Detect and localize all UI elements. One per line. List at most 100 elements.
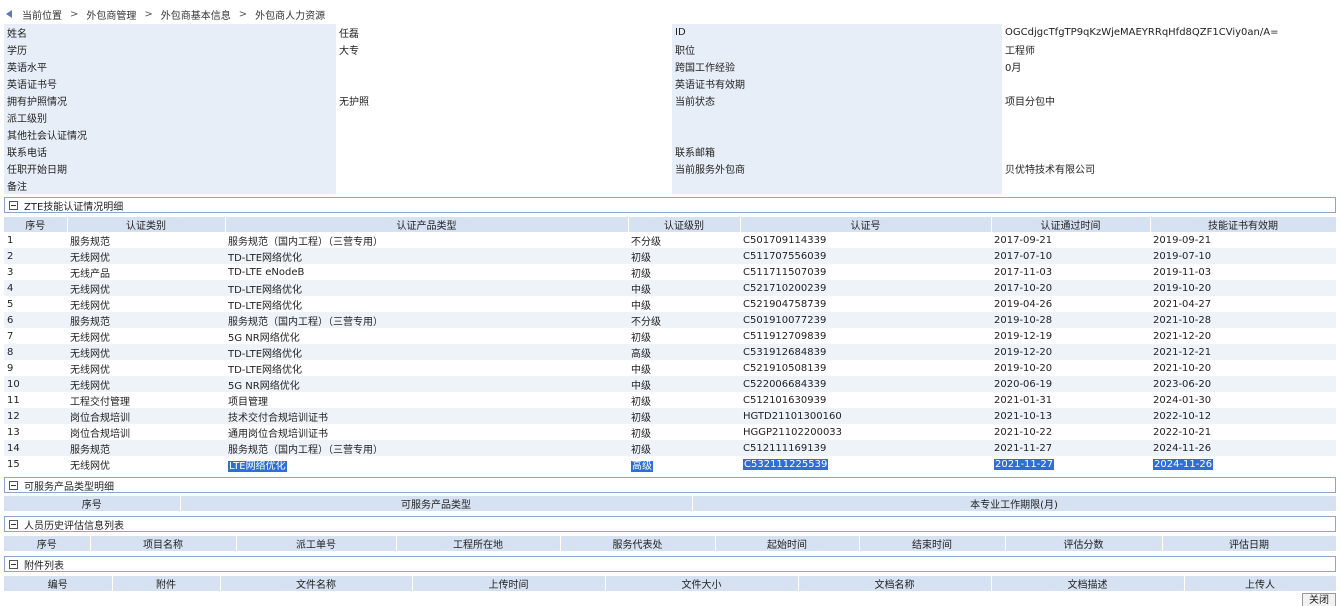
column-header[interactable]: 派工单号: [236, 536, 397, 551]
info-value: [1002, 109, 1336, 126]
info-label: 联系电话: [4, 143, 336, 160]
table-row[interactable]: 14 服务规范 服务规范（国内工程）（三营专用） 初级 C512111169139 202…: [4, 440, 1336, 456]
table-cell: 初级: [628, 424, 740, 440]
info-row: 英语水平 跨国工作经验 0月: [4, 58, 1336, 75]
column-header[interactable]: 文档名称: [798, 576, 992, 591]
column-header[interactable]: 编号: [4, 576, 113, 591]
info-row: 联系电话 联系邮箱: [4, 143, 1336, 160]
selected-text: 2024-11-26: [1153, 458, 1214, 470]
table-cell: 4: [4, 280, 67, 296]
column-header[interactable]: 文档描述: [991, 576, 1185, 591]
column-header[interactable]: 文件名称: [220, 576, 413, 591]
table-cell: 初级: [628, 392, 740, 408]
collapse-icon[interactable]: [9, 559, 18, 569]
table-cell: 初级: [628, 440, 740, 456]
column-header[interactable]: 认证级别: [628, 217, 741, 232]
info-value: OGCdjgcTfgTP9qKzWjeMAEYRRqHfd8QZF1CViy0a…: [1002, 24, 1336, 41]
table-cell: 技术交付合规培训证书: [225, 408, 628, 424]
table-row[interactable]: 11 工程交付管理 项目管理 初级 C512101630939 2021-01-31 202…: [4, 392, 1336, 408]
info-value: [1002, 126, 1336, 143]
close-button[interactable]: 关闭: [1302, 593, 1336, 606]
breadcrumb-outsourcer-management[interactable]: 外包商管理: [86, 7, 136, 22]
column-header[interactable]: 起始时间: [715, 536, 860, 551]
table-cell: 2019-12-20: [991, 344, 1150, 360]
table-cell: 2017-10-20: [991, 280, 1150, 296]
column-header[interactable]: 服务代表处: [560, 536, 716, 551]
column-header[interactable]: 上传人: [1184, 576, 1337, 591]
info-row: 学历 大专 职位 工程师: [4, 41, 1336, 58]
table-row[interactable]: 10 无线网优 5G NR网络优化 中级 C522006684339 2020-06-19…: [4, 376, 1336, 392]
table-cell: 2019-10-20: [1150, 280, 1336, 296]
column-header[interactable]: 文件大小: [605, 576, 799, 591]
info-value: [336, 75, 672, 92]
collapse-icon[interactable]: [9, 519, 18, 529]
table-row[interactable]: 8 无线网优 TD-LTE网络优化 高级 C531912684839 2019-12-20…: [4, 344, 1336, 360]
breadcrumb-outsourcer-basic-info[interactable]: 外包商基本信息: [161, 7, 231, 22]
info-value: [1002, 75, 1336, 92]
info-value: [336, 58, 672, 75]
column-header[interactable]: 认证类别: [67, 217, 226, 232]
table-cell: 岗位合规培训: [67, 424, 225, 440]
table-cell: 2024-11-26: [1150, 440, 1336, 456]
column-header[interactable]: 技能证书有效期: [1150, 217, 1337, 232]
table-cell: 初级: [628, 248, 740, 264]
column-header[interactable]: 上传时间: [412, 576, 606, 591]
info-label: 联系邮箱: [672, 143, 1002, 160]
back-arrow-icon[interactable]: [4, 9, 14, 19]
info-row: 其他社会认证情况: [4, 126, 1336, 143]
column-header[interactable]: 认证通过时间: [991, 217, 1151, 232]
table-row[interactable]: 5 无线网优 TD-LTE网络优化 中级 C521904758739 2019-04-26…: [4, 296, 1336, 312]
column-header[interactable]: 附件: [112, 576, 221, 591]
column-header[interactable]: 结束时间: [859, 536, 1006, 551]
table-cell: HGGP21102200033: [740, 424, 991, 440]
table-cell: 2019-11-03: [1150, 264, 1336, 280]
table-cell: 2021-10-13: [991, 408, 1150, 424]
table-cell: 2017-11-03: [991, 264, 1150, 280]
table-cell: 8: [4, 344, 67, 360]
table-cell: 服务规范: [67, 232, 225, 248]
table-cell: 无线网优: [67, 376, 225, 392]
column-header[interactable]: 认证号: [740, 217, 992, 232]
table-cell: 5G NR网络优化: [225, 376, 628, 392]
info-label: 英语水平: [4, 58, 336, 75]
table-cell: 2021-12-21: [1150, 344, 1336, 360]
info-label: 英语证书有效期: [672, 75, 1002, 92]
table-row[interactable]: 9 无线网优 TD-LTE网络优化 中级 C521910508139 2019-10-20…: [4, 360, 1336, 376]
info-label: 当前状态: [672, 92, 1002, 109]
table-row[interactable]: 15 无线网优 LTE网络优化 高级 C532111225539 2021-11-27 20…: [4, 456, 1336, 472]
table-cell: TD-LTE网络优化: [225, 248, 628, 264]
table-cell: LTE网络优化: [225, 456, 628, 472]
collapse-icon[interactable]: [9, 200, 18, 210]
column-header[interactable]: 评估分数: [1005, 536, 1163, 551]
column-header[interactable]: 项目名称: [90, 536, 237, 551]
table-cell: 初级: [628, 328, 740, 344]
info-value: 无护照: [336, 92, 672, 109]
table-row[interactable]: 6 服务规范 服务规范（国内工程）（三营专用） 不分级 C501910077239 201…: [4, 312, 1336, 328]
table-row[interactable]: 7 无线网优 5G NR网络优化 初级 C511912709839 2019-12-19 2…: [4, 328, 1336, 344]
column-header[interactable]: 序号: [4, 217, 68, 232]
table-cell: 2017-09-21: [991, 232, 1150, 248]
table-cell: 5: [4, 296, 67, 312]
column-header[interactable]: 序号: [4, 496, 181, 511]
column-header[interactable]: 工程所在地: [396, 536, 561, 551]
table-row[interactable]: 1 服务规范 服务规范（国内工程）（三营专用） 不分级 C501709114339 201…: [4, 232, 1336, 248]
column-header[interactable]: 序号: [4, 536, 91, 551]
column-header[interactable]: 评估日期: [1162, 536, 1337, 551]
table-row[interactable]: 3 无线产品 TD-LTE eNodeB 初级 C511711507039 2017-11…: [4, 264, 1336, 280]
table-cell: 工程交付管理: [67, 392, 225, 408]
table-cell: C532111225539: [740, 456, 991, 472]
column-header[interactable]: 可服务产品类型: [180, 496, 693, 511]
table-cell: 不分级: [628, 232, 740, 248]
table-cell: 服务规范（国内工程）（三营专用）: [225, 440, 628, 456]
table-row[interactable]: 12 岗位合规培训 技术交付合规培训证书 初级 HGTD21101300160 2021-…: [4, 408, 1336, 424]
table-row[interactable]: 13 岗位合规培训 通用岗位合规培训证书 初级 HGGP21102200033 2021-…: [4, 424, 1336, 440]
table-row[interactable]: 2 无线网优 TD-LTE网络优化 初级 C511707556039 2017-07-10…: [4, 248, 1336, 264]
table-cell: 2019-07-10: [1150, 248, 1336, 264]
column-header[interactable]: 认证产品类型: [225, 217, 629, 232]
table-cell: C521910508139: [740, 360, 991, 376]
collapse-icon[interactable]: [9, 480, 18, 490]
table-cell: 中级: [628, 280, 740, 296]
column-header[interactable]: 本专业工作期限(月): [692, 496, 1337, 511]
table-cell: 中级: [628, 376, 740, 392]
table-row[interactable]: 4 无线网优 TD-LTE网络优化 中级 C521710200239 2017-10-20…: [4, 280, 1336, 296]
